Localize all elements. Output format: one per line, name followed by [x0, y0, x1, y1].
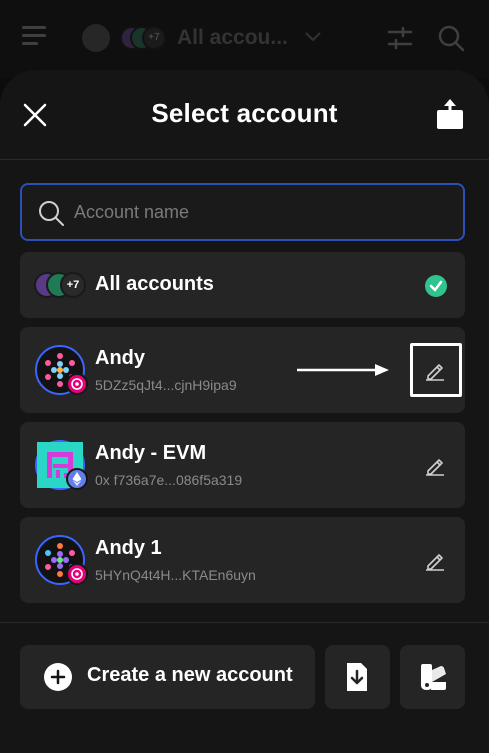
edit-button[interactable] — [423, 454, 447, 478]
account-name: Andy - EVM — [95, 442, 207, 464]
create-account-button[interactable]: Create a new account — [20, 645, 315, 709]
count-badge: +7 — [60, 272, 86, 298]
account-item[interactable]: Andy 1 5HYnQ4t4H...KTAEn6uyn — [20, 517, 465, 603]
search-icon — [39, 201, 64, 226]
count-badge: +7 — [142, 26, 166, 50]
annotation-highlight — [410, 343, 462, 397]
search-input[interactable] — [74, 197, 444, 227]
modal-footer: Create a new account — [0, 622, 489, 753]
pencil-icon — [426, 459, 444, 476]
select-account-modal: Select account +7 All accounts — [0, 70, 489, 753]
all-accounts-label: All accounts — [95, 273, 214, 295]
plus-icon — [44, 663, 72, 691]
export-icon — [437, 99, 463, 129]
background-header: +7 All accou... — [0, 0, 489, 78]
account-item[interactable]: Andy 5DZz5qJt4...cjnH9ipa9 — [20, 327, 465, 413]
edit-button[interactable] — [423, 549, 447, 573]
chevron-down-icon — [303, 26, 323, 51]
polkadot-icon — [66, 563, 88, 585]
import-account-button[interactable] — [325, 645, 390, 709]
modal-header: Select account — [0, 70, 489, 160]
attach-account-button[interactable] — [400, 645, 465, 709]
modal-title: Select account — [151, 98, 338, 128]
current-account-title: All accou... — [177, 26, 288, 49]
account-item[interactable]: Andy - EVM 0x f736a7e...086f5a319 — [20, 422, 465, 508]
account-avatars: +7 — [120, 26, 170, 50]
export-button[interactable] — [436, 98, 464, 130]
swatch-icon — [421, 664, 446, 690]
filter-icon — [386, 24, 414, 57]
account-address: 5DZz5qJt4...cjnH9ipa9 — [95, 377, 237, 393]
account-avatars: +7 — [34, 272, 96, 298]
account-address: 5HYnQ4t4H...KTAEn6uyn — [95, 567, 256, 583]
annotation-arrow — [297, 364, 389, 376]
all-accounts-item[interactable]: +7 All accounts — [20, 252, 465, 318]
create-account-label: Create a new account — [87, 664, 293, 686]
account-name: Andy 1 — [95, 537, 162, 559]
ethereum-icon — [66, 468, 88, 490]
account-search — [20, 183, 465, 241]
polkadot-icon — [66, 373, 88, 395]
menu-icon — [22, 26, 46, 46]
check-icon — [425, 275, 447, 297]
search-icon — [437, 24, 465, 57]
account-address: 0x f736a7e...086f5a319 — [95, 472, 243, 488]
plug-icon — [82, 24, 110, 52]
account-name: Andy — [95, 347, 145, 369]
pencil-icon — [426, 554, 444, 571]
import-file-icon — [347, 663, 367, 691]
